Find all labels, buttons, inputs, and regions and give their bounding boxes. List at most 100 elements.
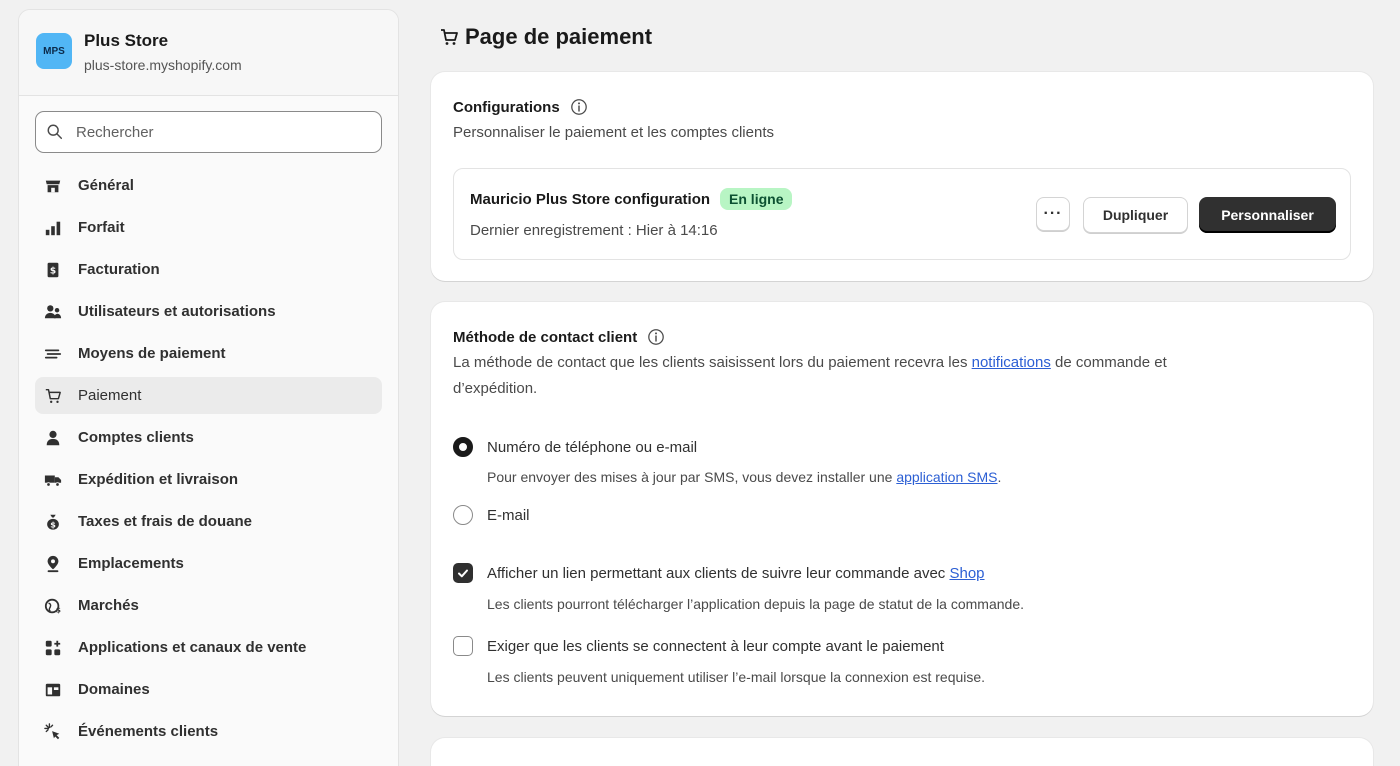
next-settings-card xyxy=(431,738,1373,766)
svg-text:$: $ xyxy=(50,519,56,529)
configuration-name: Mauricio Plus Store configuration En lig… xyxy=(470,188,793,210)
sidebar-item-label: Marchés xyxy=(78,597,139,614)
store-icon xyxy=(43,176,63,196)
info-icon[interactable] xyxy=(570,98,588,116)
sidebar-item-label: Forfait xyxy=(78,219,125,236)
sidebar-item-label: Événements clients xyxy=(78,723,219,740)
sidebar-item-customer-accounts[interactable]: Comptes clients xyxy=(35,419,382,456)
help-text: Pour envoyer des mises à jour par SMS, v… xyxy=(487,469,897,485)
email-radio[interactable] xyxy=(453,505,473,525)
sidebar-item-payments[interactable]: Moyens de paiement xyxy=(35,335,382,372)
sidebar-item-domains[interactable]: Domaines xyxy=(35,671,382,708)
sms-app-link[interactable]: application SMS xyxy=(896,469,997,485)
sidebar-item-label: Paiement xyxy=(78,387,142,404)
require-login-label: Exiger que les clients se connectent à l… xyxy=(487,637,944,655)
svg-text:$: $ xyxy=(50,266,56,276)
shop-link-option[interactable]: Afficher un lien permettant aux clients … xyxy=(453,563,985,583)
checkmark-icon xyxy=(458,569,468,578)
sidebar-item-label: Applications et canaux de vente xyxy=(78,639,307,656)
customize-button[interactable]: Personnaliser xyxy=(1199,197,1336,233)
page-title-text: Page de paiement xyxy=(465,24,653,49)
email-option[interactable]: E-mail xyxy=(453,505,530,525)
search-icon xyxy=(47,124,63,140)
users-icon xyxy=(43,302,63,322)
cursor-click-icon xyxy=(43,722,63,742)
person-icon xyxy=(43,428,63,448)
sidebar-item-label: Expédition et livraison xyxy=(78,471,239,488)
payments-icon xyxy=(43,344,63,364)
contact-method-card: Méthode de contact client La méthode de … xyxy=(431,302,1373,716)
sidebar-item-label: Domaines xyxy=(78,681,150,698)
sidebar-item-plan[interactable]: Forfait xyxy=(35,209,382,246)
configuration-item: Mauricio Plus Store configuration En lig… xyxy=(453,168,1351,260)
sidebar-item-billing[interactable]: $ Facturation xyxy=(35,251,382,288)
shop-link-label: Afficher un lien permettant aux clients … xyxy=(487,564,950,582)
duplicate-button[interactable]: Dupliquer xyxy=(1083,197,1188,233)
receipt-icon: $ xyxy=(43,260,63,280)
sidebar-item-users[interactable]: Utilisateurs et autorisations xyxy=(35,293,382,330)
phone-option-help: Pour envoyer des mises à jour par SMS, v… xyxy=(487,469,1001,485)
phone-or-email-label: Numéro de téléphone ou e-mail xyxy=(487,438,698,456)
shop-link-help: Les clients pourront télécharger l’appli… xyxy=(487,596,1024,612)
settings-sidebar: MPS Plus Store plus-store.myshopify.com … xyxy=(18,9,399,766)
plan-icon xyxy=(43,218,63,238)
contact-method-description: La méthode de contact que les clients sa… xyxy=(453,350,1353,402)
cart-icon xyxy=(441,29,458,45)
search-input[interactable] xyxy=(76,123,356,141)
notifications-link[interactable]: notifications xyxy=(972,354,1051,371)
require-login-help: Les clients peuvent uniquement utiliser … xyxy=(487,669,986,685)
sidebar-item-label: Emplacements xyxy=(78,555,184,572)
globe-icon: $ xyxy=(43,596,63,616)
sidebar-item-apps[interactable]: Applications et canaux de vente xyxy=(35,629,382,666)
contact-method-title: Méthode de contact client xyxy=(453,328,665,346)
location-icon xyxy=(43,554,63,574)
store-domain: plus-store.myshopify.com xyxy=(84,57,242,73)
sidebar-item-taxes[interactable]: $ Taxes et frais de douane xyxy=(35,503,382,540)
domain-icon xyxy=(43,680,63,700)
apps-icon xyxy=(43,638,63,658)
phone-or-email-radio[interactable] xyxy=(453,437,473,457)
contact-method-title-text: Méthode de contact client xyxy=(453,328,638,346)
cart-icon xyxy=(43,386,63,406)
sidebar-item-label: Facturation xyxy=(78,261,160,278)
sidebar-item-label: Général xyxy=(78,177,134,194)
sidebar-item-label: Taxes et frais de douane xyxy=(78,513,252,530)
sidebar-item-markets[interactable]: $ Marchés xyxy=(35,587,382,624)
configurations-title-text: Configurations xyxy=(453,98,560,116)
phone-or-email-option[interactable]: Numéro de téléphone ou e-mail xyxy=(453,437,697,457)
store-name: Plus Store xyxy=(84,31,169,50)
search-box[interactable] xyxy=(35,111,382,153)
sidebar-item-label: Comptes clients xyxy=(78,429,194,446)
sidebar-item-customer-events[interactable]: Événements clients xyxy=(35,713,382,750)
require-login-option[interactable]: Exiger que les clients se connectent à l… xyxy=(453,636,944,656)
store-header[interactable]: MPS Plus Store plus-store.myshopify.com xyxy=(19,10,398,96)
sidebar-item-shipping[interactable]: Expédition et livraison xyxy=(35,461,382,498)
sidebar-item-general[interactable]: Général xyxy=(35,167,382,204)
page-title: Page de paiement xyxy=(439,24,652,50)
description-text: d’expédition. xyxy=(453,380,538,397)
help-text: . xyxy=(997,469,1002,485)
more-actions-button[interactable]: ··· xyxy=(1036,197,1070,231)
sidebar-item-label: Moyens de paiement xyxy=(78,345,226,362)
info-icon[interactable] xyxy=(647,328,665,346)
sidebar-item-checkout[interactable]: Paiement xyxy=(35,377,382,414)
require-login-checkbox[interactable] xyxy=(453,636,473,656)
configurations-card: Configurations Personnaliser le paiement… xyxy=(431,72,1373,281)
truck-icon xyxy=(43,470,63,490)
store-logo: MPS xyxy=(36,33,72,69)
settings-nav: Général Forfait $ Facturation Utilisateu… xyxy=(35,167,382,755)
shop-link-checkbox[interactable] xyxy=(453,563,473,583)
shop-link[interactable]: Shop xyxy=(949,565,984,582)
sidebar-item-locations[interactable]: Emplacements xyxy=(35,545,382,582)
sidebar-item-label: Utilisateurs et autorisations xyxy=(78,303,276,320)
description-text: La méthode de contact que les clients sa… xyxy=(453,354,972,371)
configurations-title: Configurations xyxy=(453,98,588,116)
last-saved-text: Dernier enregistrement : Hier à 14:16 xyxy=(470,222,718,239)
configurations-subtitle: Personnaliser le paiement et les comptes… xyxy=(453,124,774,141)
status-badge: En ligne xyxy=(720,188,793,210)
money-bag-icon: $ xyxy=(43,512,63,532)
description-text: de commande et xyxy=(1050,354,1167,371)
email-label: E-mail xyxy=(487,506,530,524)
configuration-name-text: Mauricio Plus Store configuration xyxy=(470,190,711,208)
svg-text:$: $ xyxy=(56,605,61,614)
